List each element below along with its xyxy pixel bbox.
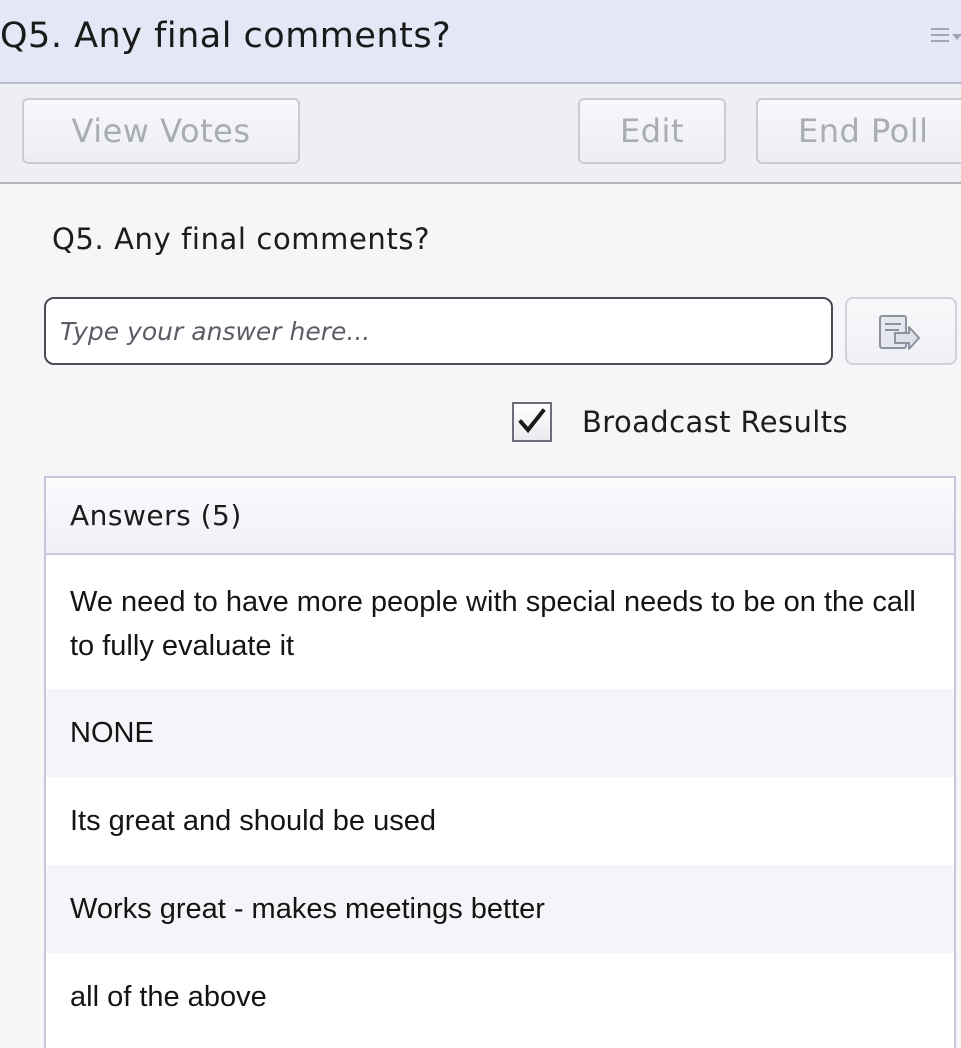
send-answer-icon <box>879 315 920 350</box>
answer-input[interactable] <box>44 297 833 365</box>
pod-title: Q5. Any final comments? <box>0 16 452 56</box>
pod-title-bar: Q5. Any final comments? <box>0 0 961 84</box>
edit-button[interactable]: Edit <box>578 98 726 164</box>
pod-menu-icon[interactable] <box>931 22 961 50</box>
answers-list: Answers (5) We need to have more people … <box>44 476 956 1048</box>
answer-item: all of the above <box>46 953 954 1041</box>
poll-toolbar: View Votes Edit End Poll <box>0 86 961 184</box>
view-votes-button[interactable]: View Votes <box>22 98 300 164</box>
broadcast-results-label: Broadcast Results <box>582 405 849 439</box>
answer-item: We need to have more people with special… <box>46 555 954 689</box>
send-answer-button[interactable] <box>845 297 957 365</box>
answer-item: Works great - makes meetings better <box>46 865 954 953</box>
poll-content: Q5. Any final comments? Broadcast Result… <box>0 184 961 1048</box>
broadcast-results-checkbox[interactable] <box>512 402 552 442</box>
checkmark-icon <box>518 408 546 434</box>
answer-item: Its great and should be used <box>46 777 954 865</box>
question-text: Q5. Any final comments? <box>52 222 431 256</box>
broadcast-results-option[interactable]: Broadcast Results <box>512 399 848 445</box>
end-poll-button[interactable]: End Poll <box>756 98 961 164</box>
answers-header: Answers (5) <box>46 478 954 555</box>
poll-pod: Q5. Any final comments? View Votes Edit … <box>0 0 961 1048</box>
answer-item: NONE <box>46 689 954 777</box>
